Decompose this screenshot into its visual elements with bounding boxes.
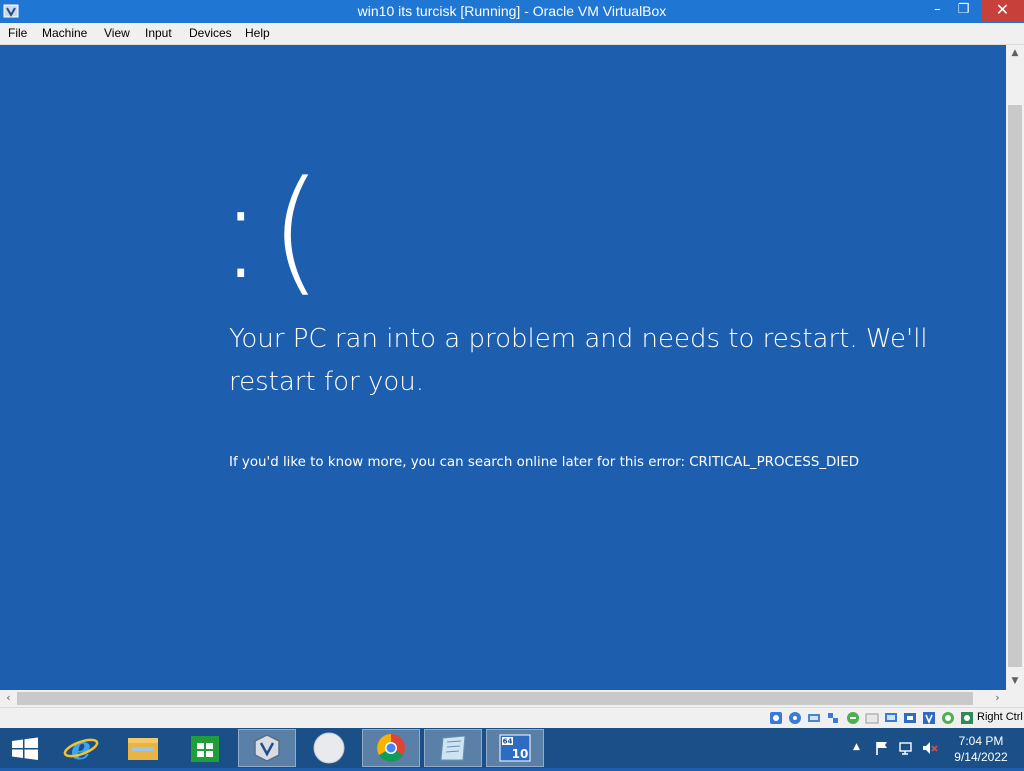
virtualbox-icon	[254, 734, 280, 762]
guest-additions-icon[interactable]	[922, 711, 936, 725]
horizontal-scroll-thumb[interactable]	[17, 692, 973, 705]
svg-text:e: e	[71, 729, 91, 767]
taskbar-chrome[interactable]	[362, 729, 420, 767]
usb-icon[interactable]	[846, 711, 860, 725]
window-title: win10 its turcisk [Running] - Oracle VM …	[357, 3, 667, 19]
taskbar-store[interactable]	[176, 729, 234, 767]
vm-status-bar: Right Ctrl	[0, 707, 1024, 728]
menu-bar: File Machine View Input Devices Help	[0, 23, 1024, 45]
taskbar: e 64 10 ▲	[0, 728, 1024, 768]
taskbar-internet-explorer[interactable]: e	[52, 729, 110, 767]
disc-icon	[313, 732, 345, 764]
store-icon	[191, 736, 219, 762]
mouse-integration-icon[interactable]	[941, 711, 955, 725]
taskbar-clock[interactable]: 7:04 PM 9/14/2022	[946, 733, 1016, 765]
internet-explorer-icon: e	[63, 729, 99, 767]
scroll-up-icon[interactable]: ▲	[1006, 45, 1024, 62]
vm-badge-bottom: 10	[512, 747, 529, 761]
tray-chevron-icon[interactable]: ▲	[853, 742, 860, 752]
window-title-bar[interactable]: win10 its turcisk [Running] - Oracle VM …	[0, 0, 1024, 23]
menu-input[interactable]: Input	[145, 26, 172, 40]
volume-muted-icon[interactable]	[922, 740, 938, 756]
taskbar-vm-window[interactable]: 64 10	[486, 729, 544, 767]
action-center-flag-icon[interactable]	[874, 740, 890, 756]
vertical-scrollbar[interactable]: ▲ ▼	[1006, 45, 1024, 690]
network-tray-icon[interactable]	[898, 740, 914, 756]
notepad-icon	[440, 735, 466, 761]
vm-window-icon: 64 10	[499, 734, 531, 762]
host-key-label[interactable]: Right Ctrl	[977, 711, 1023, 723]
menu-view[interactable]: View	[104, 26, 130, 40]
hard-disk-icon[interactable]	[769, 711, 783, 725]
menu-file[interactable]: File	[8, 26, 27, 40]
taskbar-file-explorer[interactable]	[114, 729, 172, 767]
minimize-button[interactable]: –	[924, 0, 951, 21]
taskbar-notepad[interactable]	[424, 729, 482, 767]
scroll-left-icon[interactable]: ‹	[0, 690, 17, 707]
taskbar-disc[interactable]	[300, 729, 358, 767]
vm-display[interactable]: :( Your PC ran into a problem and needs …	[0, 45, 1006, 690]
keyboard-icon[interactable]	[960, 711, 974, 725]
menu-machine[interactable]: Machine	[42, 26, 87, 40]
menu-help[interactable]: Help	[245, 26, 270, 40]
close-button[interactable]: ✕	[981, 0, 1024, 21]
clock-date: 9/14/2022	[954, 750, 1008, 764]
chrome-icon	[377, 734, 405, 762]
vm-badge-top: 64	[503, 738, 513, 746]
network-icon[interactable]	[826, 711, 840, 725]
start-button[interactable]	[0, 729, 58, 767]
clock-time: 7:04 PM	[958, 734, 1004, 748]
start-icon	[12, 737, 38, 760]
scrollbar-corner	[1006, 690, 1024, 707]
audio-icon[interactable]	[807, 711, 821, 725]
display-icon[interactable]	[884, 711, 898, 725]
vertical-scroll-thumb[interactable]	[1008, 105, 1022, 667]
taskbar-virtualbox[interactable]	[238, 729, 296, 767]
optical-drive-icon[interactable]	[788, 711, 802, 725]
error-detail: If you'd like to know more, you can sear…	[229, 455, 860, 470]
sad-face: :(	[218, 152, 329, 309]
scroll-right-icon[interactable]: ›	[989, 690, 1006, 707]
file-explorer-icon	[128, 738, 158, 760]
menu-devices[interactable]: Devices	[189, 26, 232, 40]
horizontal-scrollbar[interactable]: ‹ ›	[0, 690, 1006, 707]
scroll-down-icon[interactable]: ▼	[1006, 673, 1024, 690]
error-message: Your PC ran into a problem and needs to …	[229, 324, 928, 397]
video-capture-icon[interactable]	[903, 711, 917, 725]
shared-folders-icon[interactable]	[865, 711, 879, 725]
maximize-button[interactable]: ❐	[951, 0, 976, 21]
